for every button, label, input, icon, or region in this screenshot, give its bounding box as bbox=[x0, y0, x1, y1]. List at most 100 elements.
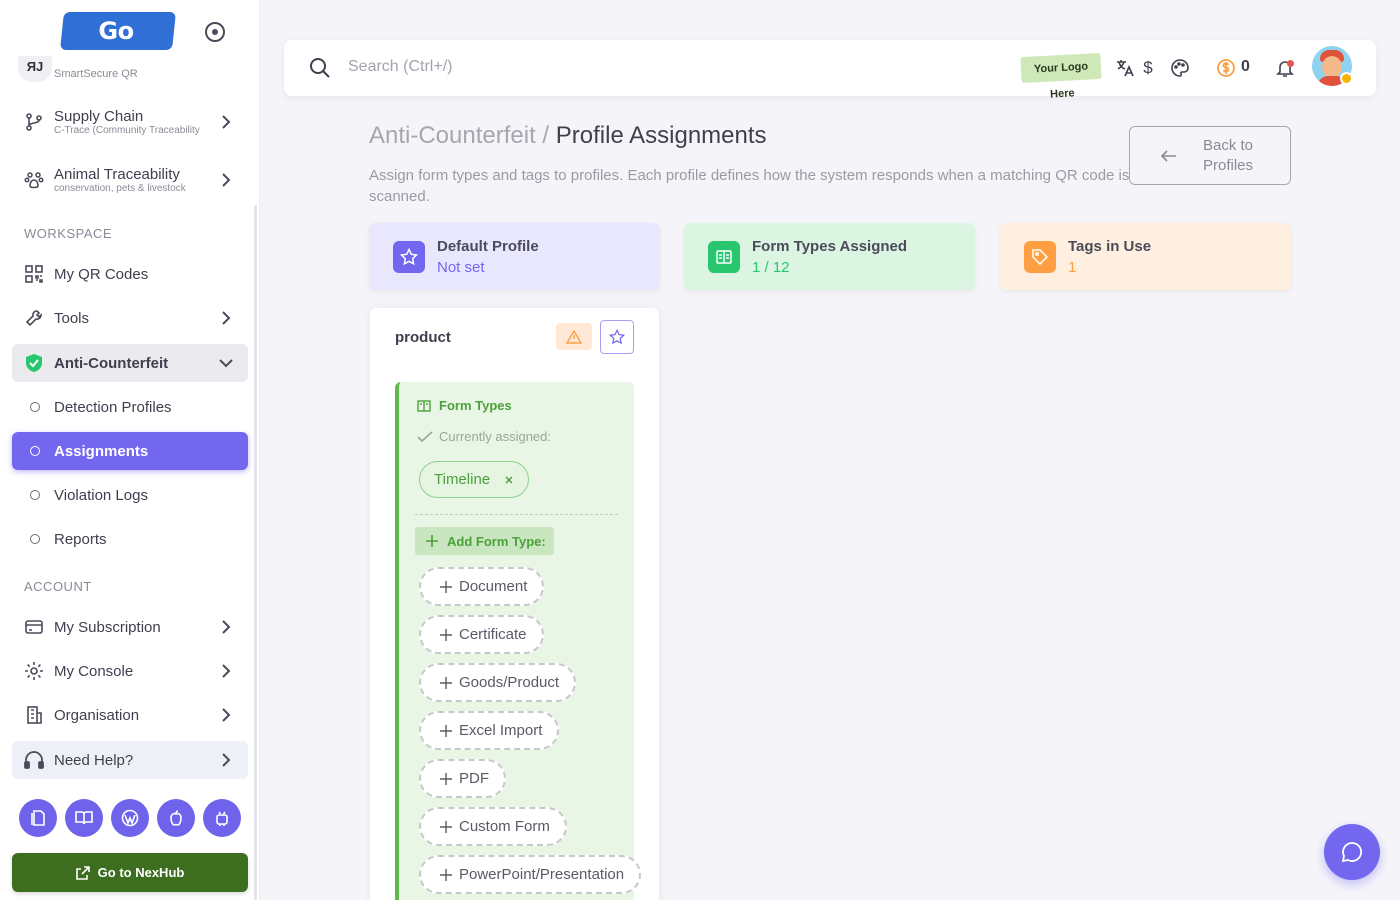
stat-value: Not set bbox=[437, 258, 485, 276]
sidebar-item-sub: conservation, pets & livestock bbox=[54, 182, 186, 194]
sidebar-item-label: My QR Codes bbox=[54, 265, 149, 283]
form-types-icon bbox=[708, 240, 740, 273]
stat-tags-in-use: Tags in Use 1 bbox=[1000, 223, 1291, 290]
add-form-type-option[interactable]: Custom Form bbox=[419, 807, 567, 846]
sidebar-item-tools[interactable]: Tools bbox=[12, 299, 248, 337]
brand-logo[interactable]: Go Valid! bbox=[60, 12, 176, 83]
sidebar-item-label: Organisation bbox=[54, 706, 140, 724]
android-icon[interactable] bbox=[203, 799, 241, 837]
chevron-right-icon bbox=[216, 661, 236, 681]
translate-icon[interactable] bbox=[1113, 56, 1137, 80]
page-title: Profile Assignments bbox=[555, 122, 767, 149]
sidebar-item-anti-counterfeit[interactable]: Anti-Counterfeit bbox=[12, 344, 248, 382]
plus-icon bbox=[440, 868, 452, 881]
option-label: PowerPoint/Presentation bbox=[459, 866, 625, 883]
sidebar-item-smartsecure[interactable]: ЯJ SmartSecure QR bbox=[16, 56, 246, 82]
add-form-type-option[interactable]: Excel Import bbox=[419, 711, 560, 750]
breadcrumb-parent[interactable]: Anti-Counterfeit / bbox=[369, 122, 549, 149]
add-form-type-option[interactable]: Goods/Product bbox=[419, 663, 577, 702]
avatar-status-badge bbox=[1340, 72, 1353, 85]
notification-dot bbox=[1287, 60, 1294, 67]
docs-icon[interactable] bbox=[19, 799, 57, 837]
sidebar-item-sub: SmartSecure QR bbox=[54, 68, 138, 80]
stat-default-profile: Default Profile Not set bbox=[369, 223, 660, 290]
sidebar-item-animal-traceability[interactable]: Animal Traceability conservation, pets & … bbox=[12, 155, 248, 205]
qr-code-icon bbox=[22, 262, 46, 286]
assigned-form-type-chip[interactable]: Timeline bbox=[419, 461, 530, 498]
sidebar-item-reports[interactable]: Reports bbox=[12, 520, 248, 558]
sidebar-item-label: Tools bbox=[54, 309, 90, 327]
company-logo-placeholder[interactable]: Your Logo Here bbox=[1020, 52, 1102, 101]
sidebar-item-violation-logs[interactable]: Violation Logs bbox=[12, 476, 248, 514]
check-icon bbox=[417, 430, 433, 442]
stat-label: Tags in Use bbox=[1068, 237, 1152, 255]
add-form-type-option[interactable]: Certificate bbox=[419, 615, 544, 654]
currency-selector[interactable]: $ bbox=[1136, 56, 1160, 80]
section-label-account: ACCOUNT bbox=[24, 579, 92, 594]
circle-icon bbox=[30, 490, 40, 500]
stat-form-types-assigned: Form Types Assigned 1 / 12 bbox=[684, 223, 975, 290]
wordpress-icon[interactable] bbox=[111, 799, 149, 837]
add-form-type-text: Add Form Type: bbox=[447, 533, 546, 549]
chevron-down-icon bbox=[216, 353, 236, 373]
set-default-star-button[interactable] bbox=[600, 320, 634, 354]
sidebar-scrollbar[interactable] bbox=[254, 205, 257, 900]
add-form-type-option[interactable]: PDF bbox=[419, 759, 506, 798]
sidebar-item-detection-profiles[interactable]: Detection Profiles bbox=[12, 388, 248, 426]
building-icon bbox=[22, 703, 46, 727]
gear-icon bbox=[22, 659, 46, 683]
sidebar-item-my-qr-codes[interactable]: My QR Codes bbox=[12, 255, 248, 293]
palette-icon[interactable] bbox=[1168, 56, 1192, 80]
sidebar-item-label: Violation Logs bbox=[54, 486, 148, 504]
shield-check-icon bbox=[22, 351, 46, 375]
form-types-heading: Form Types bbox=[417, 398, 512, 413]
bell-icon[interactable] bbox=[1273, 56, 1297, 80]
smartsecure-icon: ЯJ bbox=[18, 56, 52, 82]
sidebar-item-label: My Subscription bbox=[54, 618, 161, 636]
coin-icon[interactable] bbox=[1214, 56, 1238, 80]
sidebar-item-label: Anti-Counterfeit bbox=[54, 354, 169, 372]
back-button-label: Back to Profiles bbox=[1202, 136, 1254, 174]
sidebar-item-assignments[interactable]: Assignments bbox=[12, 432, 248, 470]
add-form-type-option[interactable]: PowerPoint/Presentation bbox=[419, 855, 642, 894]
back-to-profiles-button[interactable]: Back to Profiles bbox=[1129, 126, 1291, 185]
search-input[interactable]: Search (Ctrl+/) bbox=[348, 58, 452, 76]
sidebar: Go Valid! ЯJ SmartSecure QR Supply Chain… bbox=[0, 0, 260, 900]
sidebar-item-my-console[interactable]: My Console bbox=[12, 652, 248, 690]
form-types-icon bbox=[417, 399, 431, 412]
warning-icon[interactable] bbox=[556, 323, 592, 350]
sidebar-item-my-subscription[interactable]: My Subscription bbox=[12, 608, 248, 646]
chevron-right-icon bbox=[216, 170, 236, 190]
sidebar-toggle-icon[interactable] bbox=[205, 22, 225, 42]
sidebar-item-supply-chain[interactable]: Supply Chain C-Trace (Community Traceabil… bbox=[12, 97, 248, 147]
stat-value: 1 / 12 bbox=[752, 258, 790, 276]
chip-label: Timeline bbox=[434, 471, 491, 488]
add-form-type-option[interactable]: Document bbox=[419, 567, 545, 606]
go-to-nexhub-button[interactable]: Go to NexHub bbox=[12, 853, 248, 892]
search-icon[interactable] bbox=[308, 56, 332, 85]
topbar: Search (Ctrl+/) Your Logo Here $ 0 bbox=[284, 40, 1376, 101]
book-icon[interactable] bbox=[65, 799, 103, 837]
external-link-icon bbox=[75, 865, 90, 880]
sidebar-item-organisation[interactable]: Organisation bbox=[12, 696, 248, 734]
paw-icon bbox=[22, 168, 46, 192]
option-label: Custom Form bbox=[459, 818, 550, 835]
star-icon bbox=[393, 240, 425, 273]
apple-icon[interactable] bbox=[157, 799, 195, 837]
plus-icon bbox=[440, 724, 452, 737]
sidebar-item-need-help[interactable]: Need Help? bbox=[12, 741, 248, 779]
option-label: Excel Import bbox=[459, 722, 543, 739]
close-icon[interactable] bbox=[504, 475, 514, 485]
section-label-workspace: WORKSPACE bbox=[24, 226, 113, 241]
branch-icon bbox=[22, 110, 46, 134]
option-label: Document bbox=[459, 578, 528, 595]
plus-icon bbox=[440, 676, 452, 689]
chat-button[interactable] bbox=[1324, 824, 1380, 880]
option-label: Goods/Product bbox=[459, 674, 560, 691]
quick-links bbox=[19, 799, 241, 837]
add-form-type-label: Add Form Type: bbox=[415, 527, 554, 555]
plus-icon bbox=[440, 820, 452, 833]
breadcrumb: Anti-Counterfeit / Profile Assignments bbox=[369, 122, 767, 150]
headphones-icon bbox=[22, 748, 46, 772]
currently-assigned: Currently assigned: bbox=[417, 429, 551, 444]
